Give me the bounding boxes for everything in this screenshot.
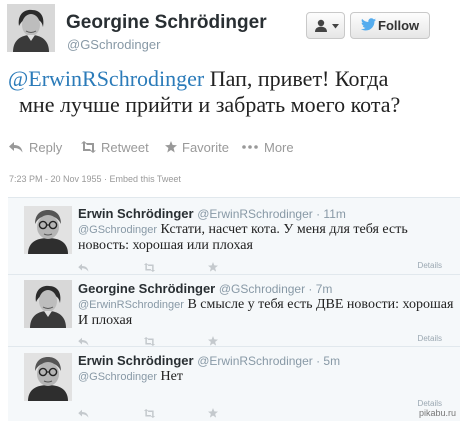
tweet-timestamp[interactable]: 7:23 PM - 20 Nov 1955 · Embed this Tweet <box>9 174 181 184</box>
reply-mention[interactable]: @ErwinRSchrodinger <box>78 299 184 311</box>
reply-tweet: Erwin Schrödinger @ErwinRSchrodinger · 5… <box>8 347 460 421</box>
tweet-text-line2: мне лучше прийти и забрать моего кота? <box>19 92 401 117</box>
reply-mention[interactable]: @GSchrodinger <box>78 371 157 383</box>
georgine-avatar[interactable] <box>24 280 72 328</box>
reply-icon <box>78 409 89 418</box>
star-icon <box>208 336 218 346</box>
reply-icon <box>9 142 23 153</box>
reply-tweet: Georgine Schrödinger @GSchrodinger · 7m … <box>8 275 460 346</box>
star-icon <box>208 408 218 418</box>
reply-tweet: Erwin Schrödinger @ErwinRSchrodinger · 1… <box>8 198 460 274</box>
retweet-action[interactable] <box>143 405 156 421</box>
erwin-avatar[interactable] <box>24 353 72 401</box>
erwin-avatar[interactable] <box>24 206 72 254</box>
favorite-label: Favorite <box>182 140 229 155</box>
reply-actions <box>78 333 458 346</box>
reply-author-handle[interactable]: @ErwinRSchrodinger · 11m <box>197 207 346 221</box>
caret-down-icon <box>332 24 339 29</box>
favorite-action[interactable] <box>208 405 218 421</box>
reply-author-handle[interactable]: @GSchrodinger · 7m <box>219 282 333 296</box>
reply-icon <box>78 263 89 272</box>
star-icon <box>165 141 177 153</box>
star-icon <box>208 262 218 272</box>
tweet-text: @ErwinRSchrodinger Пап, привет! Когда мн… <box>8 66 454 118</box>
reply-author-handle[interactable]: @ErwinRSchrodinger · 5m <box>197 354 340 368</box>
follow-button[interactable]: Follow <box>350 12 430 39</box>
georgine-avatar[interactable] <box>7 4 55 52</box>
user-icon <box>315 19 327 32</box>
reply-icon <box>78 337 89 346</box>
reply-label: Reply <box>29 140 63 155</box>
watermark: pikabu.ru <box>418 408 456 418</box>
retweet-icon <box>143 337 156 346</box>
reply-thread: Erwin Schrödinger @ErwinRSchrodinger · 1… <box>8 197 460 421</box>
reply-details-link[interactable]: Details <box>418 261 442 270</box>
reply-text: @GSchrodinger Кстати, насчет кота. У мен… <box>78 222 458 254</box>
more-dots-icon <box>242 145 258 149</box>
reply-text: @ErwinRSchrodinger В смысле у тебя есть … <box>78 297 458 329</box>
user-actions-dropdown[interactable] <box>306 12 345 39</box>
reply-header: Erwin Schrödinger @ErwinRSchrodinger · 5… <box>78 353 340 368</box>
reply-details-link[interactable]: Details <box>418 399 442 408</box>
reply-details-link[interactable]: Details <box>418 334 442 343</box>
retweet-label: Retweet <box>101 140 149 155</box>
retweet-icon <box>143 409 156 418</box>
reply-author-name[interactable]: Erwin Schrödinger <box>78 353 194 368</box>
reply-author-name[interactable]: Georgine Schrödinger <box>78 281 215 296</box>
reply-actions <box>78 259 458 272</box>
twitter-bird-icon <box>361 18 376 31</box>
follow-label: Follow <box>378 18 420 33</box>
reply-action[interactable] <box>78 405 89 421</box>
tweet-mention[interactable]: @ErwinRSchrodinger <box>8 66 204 91</box>
tweet-text-line1: Пап, привет! Когда <box>204 66 389 91</box>
reply-header: Georgine Schrödinger @GSchrodinger · 7m <box>78 281 332 296</box>
reply-mention[interactable]: @GSchrodinger <box>78 224 157 236</box>
retweet-icon <box>81 141 96 153</box>
reply-text-body: Нет <box>157 369 183 384</box>
more-label: More <box>264 140 294 155</box>
author-name[interactable]: Georgine Schrödinger <box>66 12 267 34</box>
reply-header: Erwin Schrödinger @ErwinRSchrodinger · 1… <box>78 206 346 221</box>
main-tweet: Georgine Schrödinger @GSchrodinger Follo… <box>0 0 460 194</box>
retweet-icon <box>143 263 156 272</box>
reply-author-name[interactable]: Erwin Schrödinger <box>78 206 194 221</box>
author-handle[interactable]: @GSchrodinger <box>67 37 160 52</box>
reply-text: @GSchrodinger Нет <box>78 369 458 385</box>
reply-actions <box>78 405 458 418</box>
